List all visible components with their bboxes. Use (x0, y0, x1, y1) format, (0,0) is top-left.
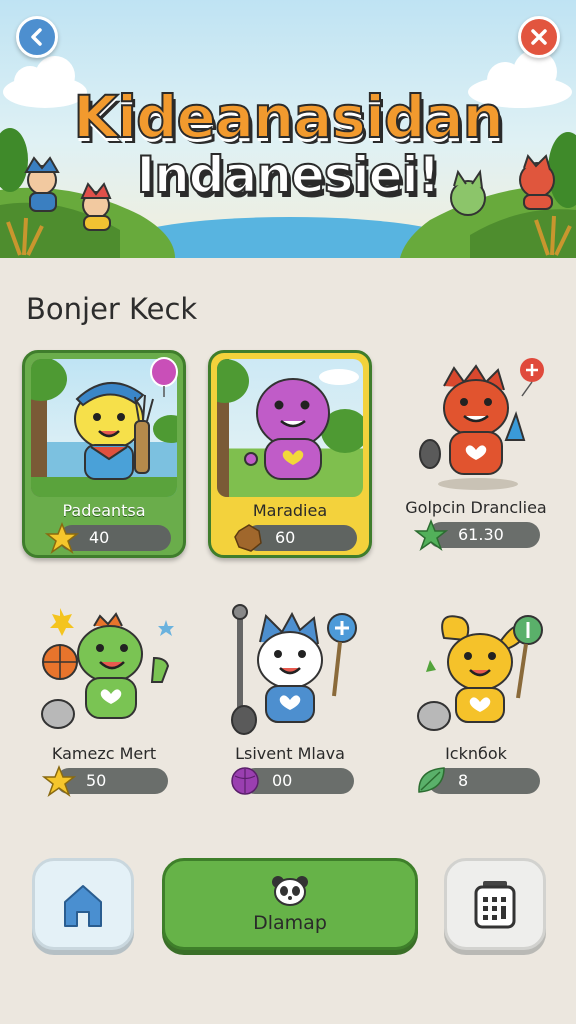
character-card-golpcin-drancliea[interactable]: Golpcin Drancliea 61.30 (394, 350, 558, 558)
card-name: Lsivent Mlava (235, 744, 345, 763)
card-value-pill: 50 (42, 764, 168, 797)
card-value: 8 (458, 771, 469, 790)
leaf-icon (418, 767, 445, 793)
card-value: 61.30 (458, 525, 504, 544)
close-icon (531, 29, 547, 45)
home-button[interactable] (32, 858, 134, 950)
character-card-kamezc-mert[interactable]: Kamezc Mert 50 (22, 596, 186, 804)
card-value: 40 (89, 528, 110, 547)
star-icon (42, 764, 76, 797)
card-name: Golpcin Drancliea (405, 498, 547, 517)
character-art (400, 356, 546, 494)
card-name: Icknбok (445, 744, 507, 763)
card-name: Kamezc Mert (51, 744, 157, 763)
card-value: 60 (275, 528, 296, 547)
card-name: Maradiea (252, 501, 328, 520)
calculator-grid-icon (474, 881, 516, 929)
leaf-star-icon (414, 518, 448, 551)
card-value: 00 (272, 771, 293, 790)
character-art (214, 602, 360, 740)
character-art (217, 359, 363, 497)
section-title: Bonjer Keck (26, 292, 198, 326)
balloon-icon (150, 357, 178, 397)
purple-blob-icon (217, 359, 363, 497)
red-dragon-icon (419, 358, 544, 490)
panda-face-icon (272, 876, 308, 906)
grid-menu-button[interactable] (444, 858, 546, 950)
map-button[interactable]: Dlamap (162, 858, 418, 950)
cookie-icon (234, 524, 262, 552)
star-icon (45, 521, 79, 554)
character-card-padeantsa[interactable]: Padeantsa 40 (22, 350, 186, 558)
back-button[interactable] (16, 16, 58, 58)
map-button-label: Dlamap (253, 912, 327, 934)
gem-icon (231, 767, 259, 795)
character-card-lsivent-mlava[interactable]: Lsivent Mlava 00 (208, 596, 372, 804)
home-icon (64, 885, 102, 927)
card-value-pill: 8 (418, 767, 540, 794)
character-art (400, 602, 546, 740)
card-value-pill: 40 (45, 521, 171, 554)
game-title-line-1: Kideanasidan (72, 83, 505, 151)
close-button[interactable] (518, 16, 560, 58)
character-card-maradiea[interactable]: Maradiea 60 (208, 350, 372, 558)
game-title-line-2: Indanesiei! (136, 146, 442, 204)
chevron-left-icon (31, 28, 42, 46)
card-value-pill: 60 (234, 524, 357, 552)
card-value-pill: 61.30 (414, 518, 540, 551)
card-name: Padeantsa (62, 501, 146, 520)
blue-cat-icon (231, 604, 357, 735)
green-dino-icon (41, 608, 174, 729)
card-value: 50 (86, 771, 107, 790)
character-card-icknbok[interactable]: Icknбok 8 (394, 596, 558, 804)
character-art (28, 602, 174, 740)
header-banner: Kideanasidan Indanesiei! (0, 0, 576, 258)
card-value-pill: 00 (231, 767, 354, 795)
yellow-bunny-icon (417, 615, 543, 731)
